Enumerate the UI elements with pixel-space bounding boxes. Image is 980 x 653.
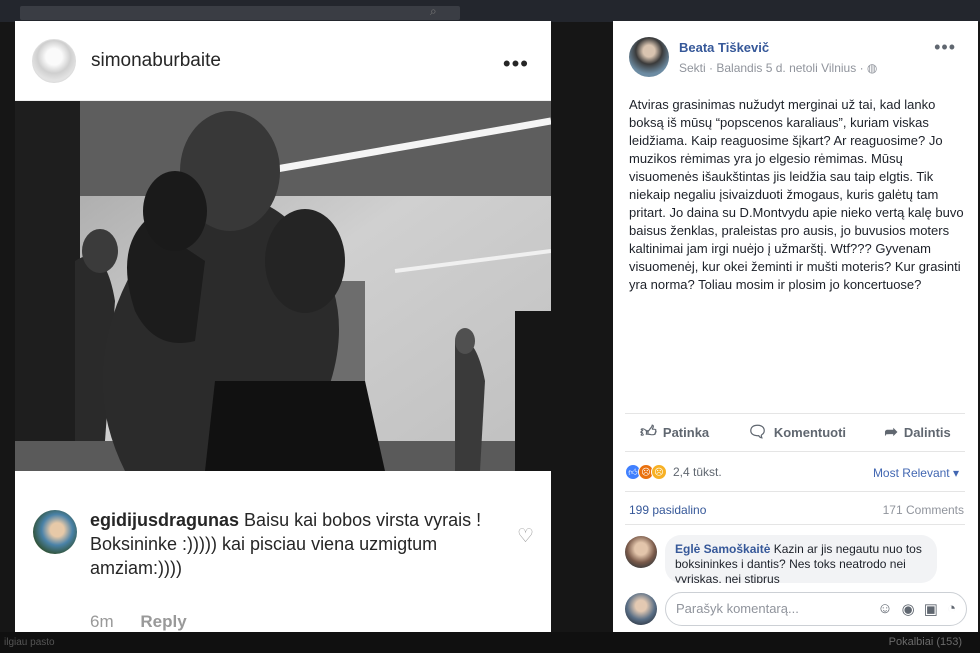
facebook-post: Beata Tiškevič Sekti · Balandis 5 d. net… [613,21,978,632]
more-options-icon[interactable]: ••• [934,37,956,58]
comment-text: egidijusdragunas Baisu kai bobos virsta … [90,508,490,580]
avatar[interactable] [625,536,657,568]
instagram-username[interactable]: simonaburbaite [91,50,221,72]
instagram-post: simonaburbaite ••• egidijusdragunas Bais… [15,21,551,632]
avatar[interactable] [33,510,77,554]
chat-button[interactable]: Pokalbiai (153) [889,636,962,648]
comments-count[interactable]: 171 Comments [883,503,964,517]
reply-button[interactable]: Reply [140,612,186,631]
top-comment: Eglė Samoškaitė Kazin ar jis negautu nuo… [665,535,937,583]
comment-time: 6m [90,612,114,631]
divider [625,491,965,492]
share-label: Dalintis [903,424,951,440]
sad-reaction-icon: ☹ [651,464,667,480]
comment-button[interactable]: 🗨︎ Komentuoti [748,422,847,442]
share-arrow-icon: ➦ [884,424,898,441]
share-button[interactable]: ➦ Dalintis [884,422,950,442]
post-body: Atviras grasinimas nužudyt merginai už t… [629,97,964,292]
emoji-icon[interactable]: ☺ [877,600,892,618]
instagram-header: simonaburbaite [15,21,551,101]
divider [625,451,965,452]
bottom-left-text: ilgiau pasto [4,637,55,648]
heart-icon[interactable]: ♡ [517,527,535,546]
search-bar[interactable] [20,6,460,20]
reactions-summary[interactable]: 👍︎ ☹ ☹ 2,4 tūkst. [625,464,722,480]
shares-count[interactable]: 199 pasidalino [629,503,706,517]
divider [625,524,965,525]
comment-composer[interactable]: ☺ ◉ ▣ ◔ [665,592,967,626]
follow-link[interactable]: Sekti [679,61,706,75]
more-options-icon[interactable]: ••• [503,51,529,77]
gif-icon[interactable]: ▣ [924,600,938,618]
speech-bubble-icon: 🗨︎ [747,424,768,441]
composer-icons: ☺ ◉ ▣ ◔ [877,600,956,618]
sticker-icon[interactable]: ◔ [947,600,956,618]
post-author[interactable]: Beata Tiškevič [679,40,769,55]
comment-author[interactable]: Eglė Samoškaitė [675,542,770,556]
avatar [625,593,657,625]
sort-comments-dropdown[interactable]: Most Relevant ▾ [873,466,959,480]
bottom-bar: ilgiau pasto Pokalbiai (153) [0,632,980,653]
globe-icon: ◍ [866,61,878,75]
post-meta: Sekti · Balandis 5 d. netoli Vilnius · ◍ [679,61,877,75]
reactions-count: 2,4 tūkst. [673,465,722,479]
like-button[interactable]: 👍︎ Patinka [640,423,709,442]
post-date-location: · Balandis 5 d. netoli Vilnius · [709,61,864,75]
facebook-topbar: ⌕ [0,0,980,22]
like-label: Patinka [662,424,710,440]
camera-icon[interactable]: ◉ [902,600,915,618]
boxing-photo [15,101,551,471]
comment-label: Komentuoti [773,424,847,440]
comment-author[interactable]: egidijusdragunas [90,510,239,530]
post-actions: 👍︎ Patinka 🗨︎ Komentuoti ➦ Dalintis [613,419,978,445]
comment-meta: 6m Reply [90,612,209,632]
avatar[interactable] [32,38,76,83]
comment-input[interactable] [676,601,856,616]
search-icon[interactable]: ⌕ [430,4,437,19]
avatar[interactable] [629,37,669,77]
screen: ⌕ simonaburbaite ••• egidijusdragunas Ba… [0,0,980,653]
thumbs-up-icon: 👍︎ [640,423,657,441]
divider [625,413,965,414]
